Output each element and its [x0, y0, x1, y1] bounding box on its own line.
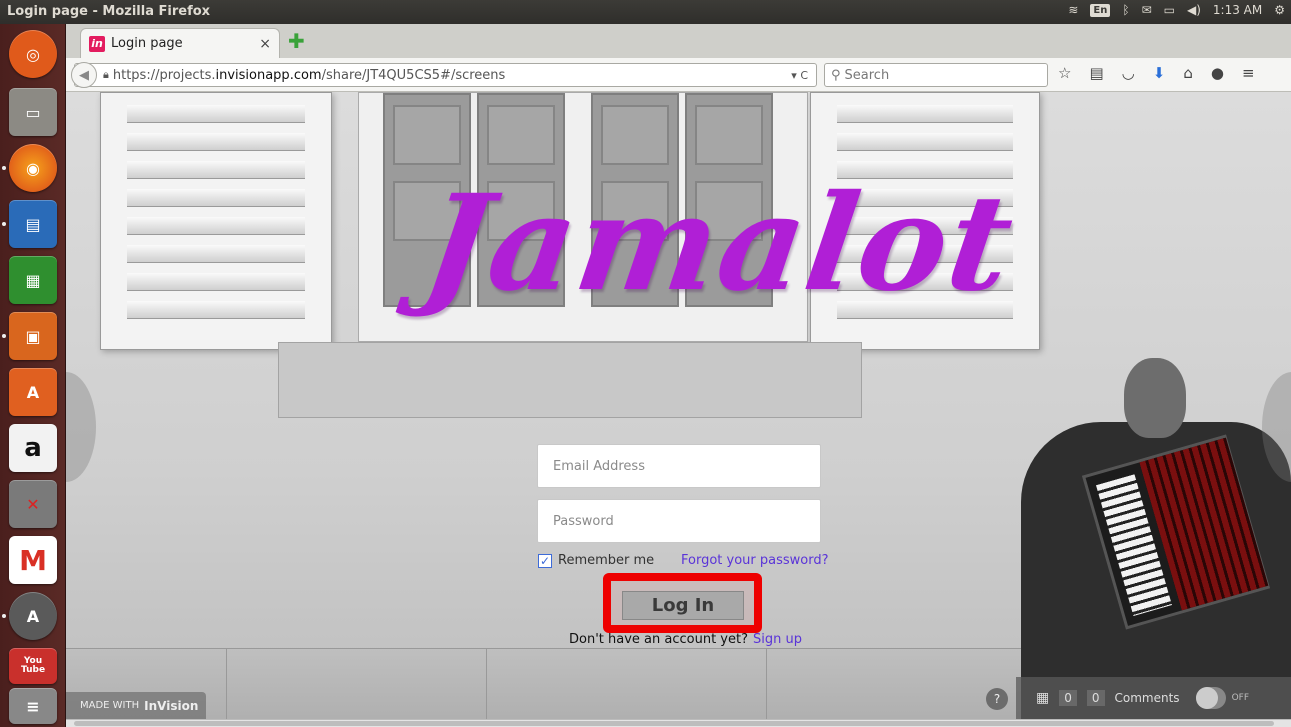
- software-updater-icon[interactable]: A: [9, 592, 57, 640]
- page-content: Jamalot Email Address Password ✓ Remembe…: [66, 92, 1291, 727]
- remember-label: Remember me: [558, 553, 655, 568]
- youtube-icon[interactable]: You Tube: [9, 648, 57, 684]
- comment-count-a: 0: [1059, 690, 1077, 706]
- forgot-password-link[interactable]: Forgot your password?: [681, 553, 829, 568]
- writer-icon[interactable]: ▤: [9, 200, 57, 248]
- unity-launcher: ◎ ▭ ◉ ▤ ▦ ▣ A a ✕ M A You Tube ≡: [0, 24, 66, 727]
- menu-icon[interactable]: ≡: [1242, 64, 1255, 82]
- comments-label: Comments: [1114, 691, 1180, 705]
- gmail-icon[interactable]: M: [9, 536, 57, 584]
- battery-icon[interactable]: ▭: [1164, 3, 1175, 17]
- comments-toggle[interactable]: [1195, 687, 1226, 709]
- url-text[interactable]: https://projects.invisionapp.com/share/J…: [113, 68, 505, 83]
- toolbar-icons: ☆ ▤ ◡ ⬇ ⌂ ● ≡: [1058, 64, 1255, 82]
- made-with-text: MADE WITH: [80, 700, 140, 711]
- launcher-more-icon[interactable]: ≡: [9, 688, 57, 724]
- comment-count-b: 0: [1086, 690, 1105, 706]
- clock[interactable]: 1:13 AM: [1213, 3, 1262, 17]
- comments-bar: ▦ 0 0 Comments OFF: [1016, 677, 1291, 719]
- running-indicator: [2, 222, 6, 226]
- calc-icon[interactable]: ▦: [9, 256, 57, 304]
- remember-checkbox[interactable]: ✓: [538, 553, 552, 568]
- jamalot-logo: Jamalot: [415, 166, 1024, 321]
- login-button[interactable]: Log In: [622, 591, 744, 620]
- reading-list-icon[interactable]: ▤: [1089, 64, 1103, 82]
- impress-icon[interactable]: ▣: [9, 312, 57, 360]
- home-icon[interactable]: ⌂: [1183, 64, 1193, 82]
- running-indicator: [2, 166, 6, 170]
- remember-me[interactable]: ✓ Remember me: [538, 553, 654, 568]
- tab-bar: in Login page × ✚: [66, 24, 1291, 58]
- comments-toggle-label: OFF: [1231, 693, 1249, 703]
- previous-screen-arrow[interactable]: [66, 372, 96, 482]
- search-bar[interactable]: ⚲ Search: [824, 63, 1048, 87]
- chat-icon[interactable]: ●: [1211, 64, 1224, 82]
- tab-login-page[interactable]: in Login page ×: [80, 28, 280, 58]
- keyboard-layout-indicator[interactable]: En: [1090, 3, 1111, 17]
- horizontal-scrollbar[interactable]: [66, 719, 1291, 727]
- url-prefix: https://projects.: [112, 67, 216, 83]
- left-shutter: [100, 92, 332, 350]
- power-icon[interactable]: ⚙: [1274, 3, 1285, 17]
- tab-title: Login page: [111, 36, 183, 51]
- no-account-text: Don't have an account yet?: [569, 632, 748, 647]
- pocket-icon[interactable]: ◡: [1122, 64, 1135, 82]
- password-input[interactable]: Password: [537, 499, 821, 543]
- files-icon[interactable]: ▭: [9, 88, 57, 136]
- url-bar[interactable]: ◀ 🔒︎ https://projects.invisionapp.com/sh…: [71, 62, 817, 88]
- lock-icon[interactable]: 🔒︎: [103, 68, 109, 82]
- made-with-invision-badge[interactable]: MADE WITH InVision: [66, 692, 206, 719]
- firefox-icon[interactable]: ◉: [9, 144, 57, 192]
- bluetooth-icon[interactable]: ᛒ: [1122, 3, 1129, 17]
- search-placeholder: Search: [844, 67, 890, 83]
- system-tray: ≋ En ᛒ ✉ ▭ ◀) 1:13 AM ⚙: [1068, 3, 1285, 17]
- downloads-icon[interactable]: ⬇: [1153, 64, 1166, 82]
- volume-icon[interactable]: ◀): [1187, 3, 1201, 17]
- close-tab-icon[interactable]: ×: [259, 36, 271, 52]
- url-domain: invisionapp.com: [215, 67, 322, 83]
- running-indicator: [2, 334, 6, 338]
- top-panel: Login page - Mozilla Firefox ≋ En ᛒ ✉ ▭ …: [0, 0, 1291, 24]
- invision-brand: InVision: [144, 698, 199, 713]
- new-tab-icon[interactable]: ✚: [288, 31, 306, 51]
- mail-icon[interactable]: ✉: [1142, 3, 1152, 17]
- invision-favicon-icon: in: [89, 35, 105, 52]
- ubuntu-dash-icon[interactable]: ◎: [9, 30, 57, 78]
- help-icon[interactable]: ?: [986, 688, 1008, 710]
- search-icon: ⚲: [831, 67, 841, 83]
- signup-line: Don't have an account yet? Sign up: [569, 632, 802, 647]
- software-center-icon[interactable]: A: [9, 368, 57, 416]
- musician-head: [1124, 358, 1186, 438]
- window-sill: [278, 342, 862, 418]
- navigation-toolbar: ◀ 🔒︎ https://projects.invisionapp.com/sh…: [66, 58, 1291, 92]
- url-path: /share/JT4QU5CS5#/screens: [321, 67, 506, 83]
- back-button-icon[interactable]: ◀: [71, 62, 97, 88]
- reload-icon[interactable]: ▾ C: [791, 69, 808, 82]
- signup-link[interactable]: Sign up: [753, 632, 802, 647]
- screens-grid-icon[interactable]: ▦: [1036, 690, 1049, 706]
- bookmark-star-icon[interactable]: ☆: [1058, 64, 1071, 82]
- settings-icon[interactable]: ✕: [9, 480, 57, 528]
- scrollbar-thumb[interactable]: [74, 721, 1274, 726]
- amazon-icon[interactable]: a: [9, 424, 57, 472]
- running-indicator: [2, 614, 6, 618]
- wifi-icon[interactable]: ≋: [1068, 3, 1078, 17]
- email-input[interactable]: Email Address: [537, 444, 821, 488]
- window-title: Login page - Mozilla Firefox: [7, 4, 211, 19]
